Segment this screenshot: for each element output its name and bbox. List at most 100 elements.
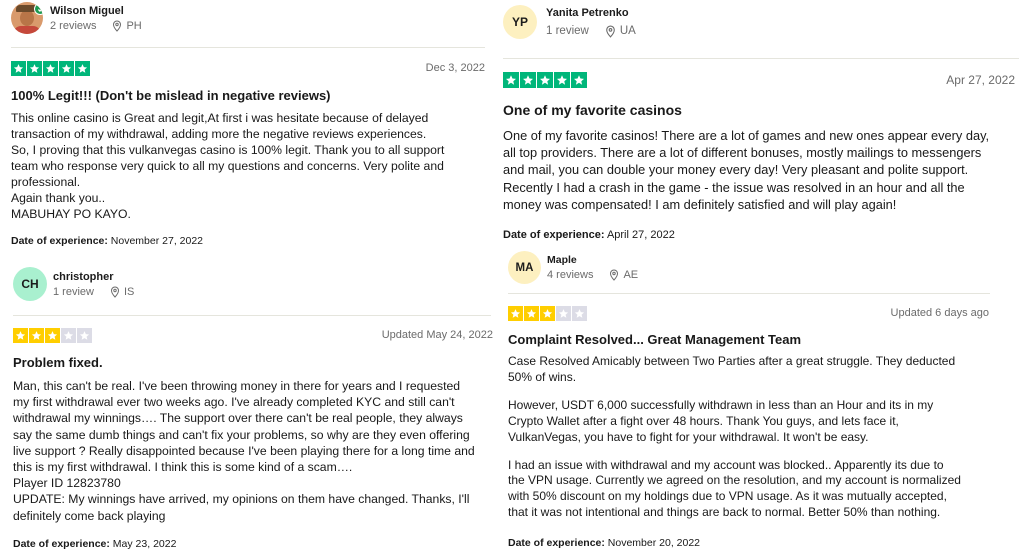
divider	[503, 58, 1019, 59]
avatar-initials: MA	[515, 261, 534, 274]
review-card: MA Maple 4 reviews AE Updated 6 days ago…	[508, 248, 992, 552]
divider	[13, 315, 491, 316]
star-icon	[43, 61, 58, 76]
reviewer-country: AE	[623, 269, 639, 281]
avatar[interactable]: YP	[503, 5, 537, 39]
star-icon	[572, 306, 587, 321]
reviewer-header[interactable]: Wilson Miguel 2 reviews PH	[11, 2, 142, 34]
review-card: YP Yanita Petrenko 1 review UA Apr 27, 2…	[503, 0, 1019, 248]
star-rating	[11, 61, 90, 76]
star-icon	[77, 328, 92, 343]
avatar[interactable]: CH	[13, 267, 47, 301]
reviewer-name[interactable]: christopher	[53, 271, 134, 283]
star-icon	[75, 61, 90, 76]
experience-label: Date of experience:	[503, 229, 605, 241]
review-line: Again thank you..	[11, 191, 106, 205]
review-line: Case Resolved Amicably between Two Parti…	[508, 354, 956, 368]
review-card: Wilson Miguel 2 reviews PH Dec 3, 2022 1…	[11, 0, 491, 258]
star-icon	[13, 328, 28, 343]
experience-value: November 27, 2022	[110, 235, 204, 247]
review-line: UPDATE: My winnings have arrived, my opi…	[13, 492, 470, 507]
review-count: 1 review	[546, 25, 589, 37]
review-line: However, USDT 6,000 successfully withdra…	[508, 397, 934, 412]
review-line: the VPN usage. Currently we agreed on th…	[508, 473, 961, 488]
review-title[interactable]: Complaint Resolved... Great Management T…	[508, 332, 801, 347]
star-icon	[524, 306, 539, 321]
review-line: Player ID 12823780	[13, 476, 121, 491]
check-icon	[34, 3, 43, 15]
star-icon	[29, 328, 44, 343]
experience-date: Date of experience: November 20, 2022	[508, 537, 700, 549]
reviewer-country: UA	[619, 25, 636, 37]
experience-label: Date of experience:	[13, 538, 110, 550]
review-title[interactable]: Problem fixed.	[13, 355, 103, 370]
review-line: live support ? Really disappointed becau…	[13, 443, 475, 458]
review-line: with 50% discount on my holdings due to …	[508, 489, 947, 504]
review-title[interactable]: One of my favorite casinos	[503, 102, 682, 118]
review-card: CH christopher 1 review IS Updated May 2…	[13, 262, 497, 552]
star-icon	[61, 328, 76, 343]
review-line: VulkanVegas, you have to fight for your …	[508, 429, 869, 444]
star-rating	[503, 72, 587, 88]
star-icon	[537, 72, 553, 88]
review-line: Man, this can't be real. I've been throw…	[13, 379, 461, 393]
avatar-initials: CH	[21, 277, 39, 291]
star-rating	[13, 328, 92, 343]
star-icon	[59, 61, 74, 76]
review-line: This online casino is Great and legit,At…	[11, 111, 429, 125]
review-date: Apr 27, 2022	[946, 73, 1015, 87]
pin-icon	[605, 25, 616, 38]
pin-icon	[609, 269, 619, 281]
star-icon	[45, 328, 60, 343]
reviewer-country: PH	[126, 19, 142, 32]
star-icon	[503, 72, 519, 88]
reviewer-name[interactable]: Wilson Miguel	[50, 5, 142, 17]
star-icon	[27, 61, 42, 76]
pin-icon	[110, 286, 120, 298]
review-date: Dec 3, 2022	[425, 62, 485, 74]
reviewer-header[interactable]: CH christopher 1 review IS	[13, 267, 134, 301]
star-icon	[571, 72, 587, 88]
experience-date: Date of experience: May 23, 2022	[13, 538, 176, 550]
review-count: 4 reviews	[547, 269, 594, 281]
review-body: One of my favorite casinos! There are a …	[503, 127, 1019, 213]
experience-value: November 20, 2022	[607, 537, 701, 549]
review-line: team who response very quick to all my q…	[11, 159, 444, 173]
experience-date: Date of experience: April 27, 2022	[503, 229, 675, 241]
review-title[interactable]: 100% Legit!!! (Don't be mislead in negat…	[11, 88, 331, 103]
review-line: say the same dumb things and can't fix y…	[13, 427, 470, 442]
review-line: withdrawal my winnings…. The support ove…	[13, 411, 463, 426]
experience-label: Date of experience:	[11, 235, 108, 247]
review-line: all top providers. There are a lot of di…	[503, 145, 982, 161]
review-line: MABUHAY PO KAYO.	[11, 207, 131, 221]
review-line: professional.	[11, 175, 81, 189]
review-line: that it was not intentional and things a…	[508, 505, 941, 520]
divider	[11, 47, 485, 48]
star-icon	[554, 72, 570, 88]
review-line: transaction of my withdrawal, adding mor…	[11, 127, 427, 141]
review-date: Updated 6 days ago	[890, 307, 989, 319]
star-icon	[540, 306, 555, 321]
star-icon	[520, 72, 536, 88]
review-count: 2 reviews	[50, 19, 97, 32]
reviewer-name[interactable]: Yanita Petrenko	[546, 7, 636, 19]
review-count: 1 review	[53, 285, 94, 298]
review-line: definitely come back playing	[13, 508, 166, 523]
reviewer-header[interactable]: YP Yanita Petrenko 1 review UA	[503, 5, 636, 39]
review-line: my first withdrawal ever two weeks ago. …	[13, 395, 455, 410]
avatar[interactable]: MA	[508, 251, 541, 284]
avatar[interactable]	[11, 2, 43, 34]
experience-date: Date of experience: November 27, 2022	[11, 235, 203, 247]
review-body: Man, this can't be real. I've been throw…	[13, 378, 497, 524]
review-line: One of my favorite casinos! There are a …	[503, 128, 990, 143]
experience-label: Date of experience:	[508, 537, 605, 549]
star-icon	[11, 61, 26, 76]
reviewer-header[interactable]: MA Maple 4 reviews AE	[508, 251, 638, 284]
review-body: Case Resolved Amicably between Two Parti…	[508, 354, 992, 521]
star-rating	[508, 306, 587, 321]
avatar-initials: YP	[511, 15, 528, 29]
reviewer-name[interactable]: Maple	[547, 254, 638, 266]
review-body: This online casino is Great and legit,At…	[11, 110, 489, 222]
